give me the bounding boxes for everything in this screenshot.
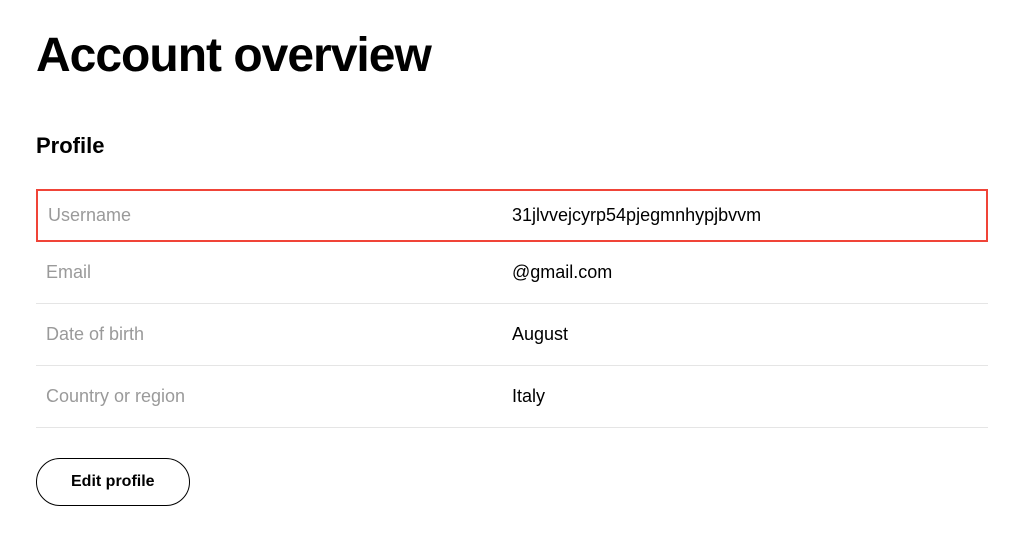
row-email: Email @gmail.com bbox=[36, 242, 988, 304]
label-dob: Date of birth bbox=[46, 324, 512, 345]
edit-profile-button[interactable]: Edit profile bbox=[36, 458, 190, 506]
label-username: Username bbox=[48, 205, 512, 226]
profile-table: Username 31jlvvejcyrp54pjegmnhypjbvvm Em… bbox=[36, 189, 988, 428]
value-email: @gmail.com bbox=[512, 262, 978, 283]
row-dob: Date of birth August bbox=[36, 304, 988, 366]
row-username: Username 31jlvvejcyrp54pjegmnhypjbvvm bbox=[36, 189, 988, 242]
page-title: Account overview bbox=[36, 28, 988, 83]
row-country: Country or region Italy bbox=[36, 366, 988, 428]
label-email: Email bbox=[46, 262, 512, 283]
value-country: Italy bbox=[512, 386, 978, 407]
label-country: Country or region bbox=[46, 386, 512, 407]
actions: Edit profile bbox=[36, 458, 988, 506]
value-dob: August bbox=[512, 324, 978, 345]
section-title: Profile bbox=[36, 133, 988, 159]
value-username: 31jlvvejcyrp54pjegmnhypjbvvm bbox=[512, 205, 976, 226]
